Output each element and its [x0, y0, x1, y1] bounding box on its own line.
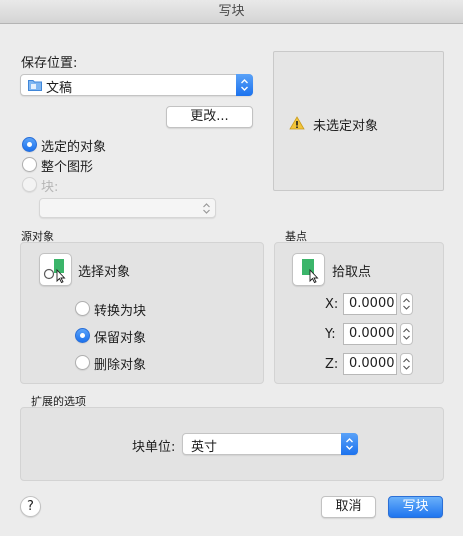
help-button[interactable]: ?: [20, 496, 41, 517]
x-label: X:: [325, 297, 339, 312]
window-title: 写块: [0, 0, 463, 24]
stepper-icon: [403, 298, 410, 310]
y-label: Y:: [325, 327, 336, 342]
radio-entire-drawing-label: 整个图形: [41, 160, 94, 175]
radio-entire-drawing[interactable]: [22, 157, 37, 172]
radio-convert-to-block[interactable]: [75, 301, 90, 316]
select-objects-label: 选择对象: [78, 265, 131, 280]
radio-delete-objects-label: 删除对象: [94, 358, 147, 373]
change-button[interactable]: 更改...: [166, 106, 253, 128]
save-location-value: 文稿: [46, 81, 73, 96]
block-unit-label: 块单位:: [132, 440, 176, 455]
stepper-icon: [403, 358, 410, 370]
z-field[interactable]: 0.0000: [343, 353, 397, 375]
cancel-button[interactable]: 取消: [321, 496, 376, 518]
y-stepper[interactable]: [400, 323, 413, 345]
pick-point-button[interactable]: [292, 253, 325, 286]
block-unit-select[interactable]: 英寸: [182, 433, 358, 455]
pick-point-label: 拾取点: [332, 265, 372, 280]
pick-point-icon: [302, 259, 319, 284]
radio-selected-objects-label: 选定的对象: [41, 140, 107, 155]
warning-icon: [289, 116, 305, 130]
z-stepper[interactable]: [400, 353, 413, 375]
z-label: Z:: [325, 357, 339, 372]
save-location-label: 保存位置:: [21, 56, 78, 71]
radio-block[interactable]: [22, 177, 37, 192]
chevron-updown-icon: [203, 203, 210, 214]
stepper-icon: [403, 328, 410, 340]
radio-delete-objects[interactable]: [75, 355, 90, 370]
block-name-select[interactable]: [39, 198, 216, 218]
radio-convert-to-block-label: 转换为块: [94, 304, 147, 319]
select-stepper: [341, 433, 358, 455]
block-unit-value: 英寸: [191, 440, 218, 455]
select-objects-icon: [43, 259, 66, 284]
warning-text: 未选定对象: [313, 119, 379, 134]
select-objects-button[interactable]: [39, 253, 72, 286]
radio-retain-objects[interactable]: [75, 328, 90, 343]
radio-selected-objects[interactable]: [22, 137, 37, 152]
radio-block-label: 块:: [41, 180, 59, 195]
preview-panel: 未选定对象: [273, 51, 444, 191]
x-field[interactable]: 0.0000: [343, 293, 397, 315]
write-block-button[interactable]: 写块: [388, 496, 443, 518]
select-stepper: [236, 74, 253, 96]
save-location-select[interactable]: 文稿: [20, 74, 253, 96]
x-stepper[interactable]: [400, 293, 413, 315]
radio-retain-objects-label: 保留对象: [94, 331, 147, 346]
y-field[interactable]: 0.0000: [343, 323, 397, 345]
folder-icon: [28, 80, 42, 91]
